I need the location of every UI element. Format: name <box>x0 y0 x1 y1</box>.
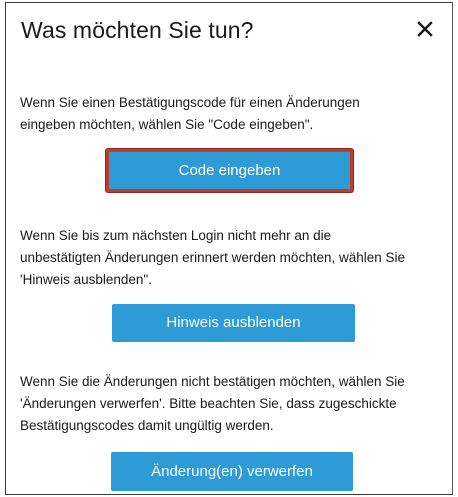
code-instructions: Wenn Sie einen Bestätigungscode für eine… <box>20 92 442 136</box>
text-line: 'Hinweis ausblenden". <box>20 272 152 287</box>
hide-hint-button[interactable]: Hinweis ausblenden <box>112 304 355 342</box>
close-icon[interactable] <box>412 16 438 42</box>
discard-changes-button[interactable]: Änderung(en) verwerfen <box>111 452 353 491</box>
text-line: Wenn Sie bis zum nächsten Login nicht me… <box>20 228 332 243</box>
text-line: unbestätigten Änderungen erinnert werden… <box>20 250 406 265</box>
text-line: Wenn Sie einen Bestätigungscode für eine… <box>20 95 360 110</box>
text-line: Bestätigungscodes damit ungültig werden. <box>20 418 274 433</box>
discard-instructions: Wenn Sie die Änderungen nicht bestätigen… <box>20 371 442 437</box>
dialog-header: Was möchten Sie tun? <box>6 3 452 59</box>
hint-instructions: Wenn Sie bis zum nächsten Login nicht me… <box>20 225 442 291</box>
text-line: eingeben möchten, wählen Sie "Code einge… <box>20 117 314 132</box>
enter-code-button[interactable]: Code eingeben <box>106 149 353 192</box>
action-dialog: Was möchten Sie tun? Wenn Sie einen Best… <box>5 2 453 495</box>
text-line: Wenn Sie die Änderungen nicht bestätigen… <box>20 374 405 389</box>
dialog-title: Was möchten Sie tun? <box>21 17 254 43</box>
text-line: 'Änderungen verwerfen'. Bitte beachten S… <box>20 396 397 411</box>
